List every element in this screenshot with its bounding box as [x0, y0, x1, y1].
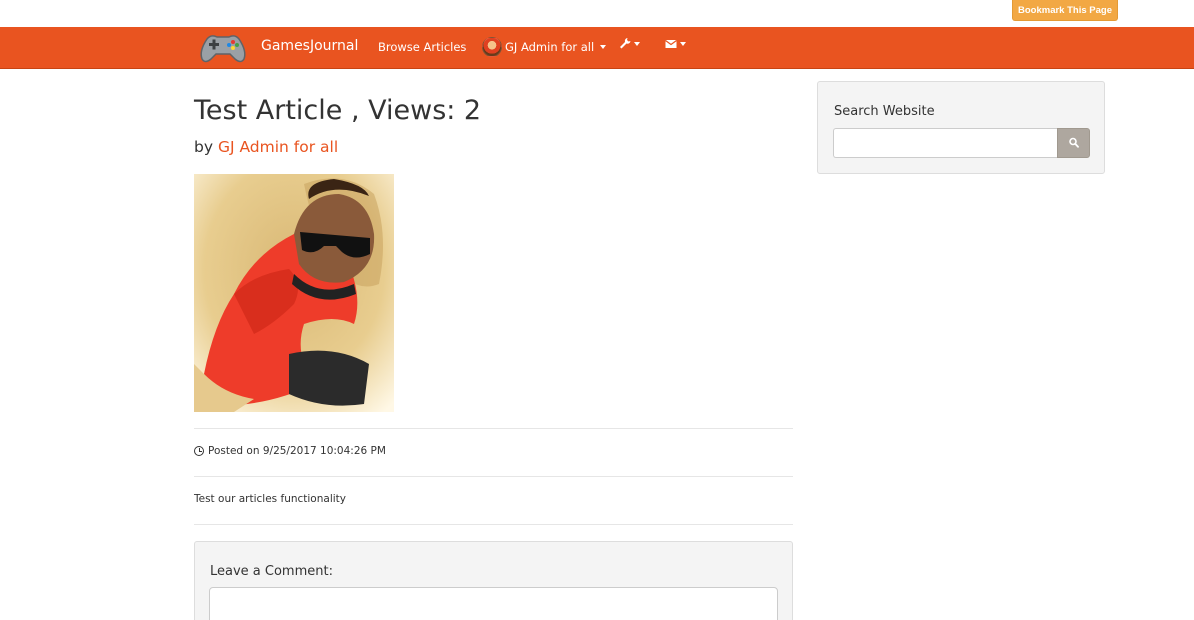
comment-textarea[interactable]	[209, 587, 778, 620]
user-menu-label: GJ Admin for all	[505, 40, 595, 54]
browse-articles-link[interactable]: Browse Articles	[378, 40, 466, 54]
caret-down-icon	[634, 42, 640, 46]
search-label: Search Website	[834, 104, 935, 119]
envelope-icon	[665, 40, 677, 48]
article-photo	[194, 174, 394, 412]
bookmark-button[interactable]: Bookmark This Page	[1012, 0, 1118, 21]
navbar: GamesJournal Browse Articles GJ Admin fo…	[0, 27, 1194, 69]
search-input[interactable]	[833, 128, 1057, 158]
posted-date: Posted on 9/25/2017 10:04:26 PM	[194, 445, 386, 457]
search-button[interactable]	[1057, 128, 1090, 158]
comment-label: Leave a Comment:	[210, 564, 333, 579]
byline: by GJ Admin for all	[194, 138, 338, 156]
article-body: Test our articles functionality	[194, 493, 346, 505]
messages-menu-dropdown[interactable]	[665, 39, 686, 49]
user-menu-dropdown[interactable]: GJ Admin for all	[482, 35, 607, 59]
clock-icon	[194, 446, 204, 456]
caret-down-icon	[600, 45, 607, 49]
article-title: Test Article , Views: 2	[194, 95, 482, 126]
search-icon	[1069, 137, 1079, 148]
wrench-icon	[620, 38, 631, 49]
divider	[194, 476, 793, 477]
divider	[194, 428, 793, 429]
byline-prefix: by	[194, 138, 218, 156]
author-link[interactable]: GJ Admin for all	[218, 138, 338, 156]
divider	[194, 524, 793, 525]
search-widget: Search Website	[817, 81, 1105, 174]
avatar	[482, 37, 502, 57]
brand-link[interactable]: GamesJournal	[261, 38, 358, 54]
caret-down-icon	[680, 42, 686, 46]
gamepad-logo-icon[interactable]	[197, 29, 249, 65]
comment-form: Leave a Comment:	[194, 541, 793, 620]
tools-menu-dropdown[interactable]	[619, 37, 640, 51]
posted-date-text: Posted on 9/25/2017 10:04:26 PM	[208, 445, 386, 457]
